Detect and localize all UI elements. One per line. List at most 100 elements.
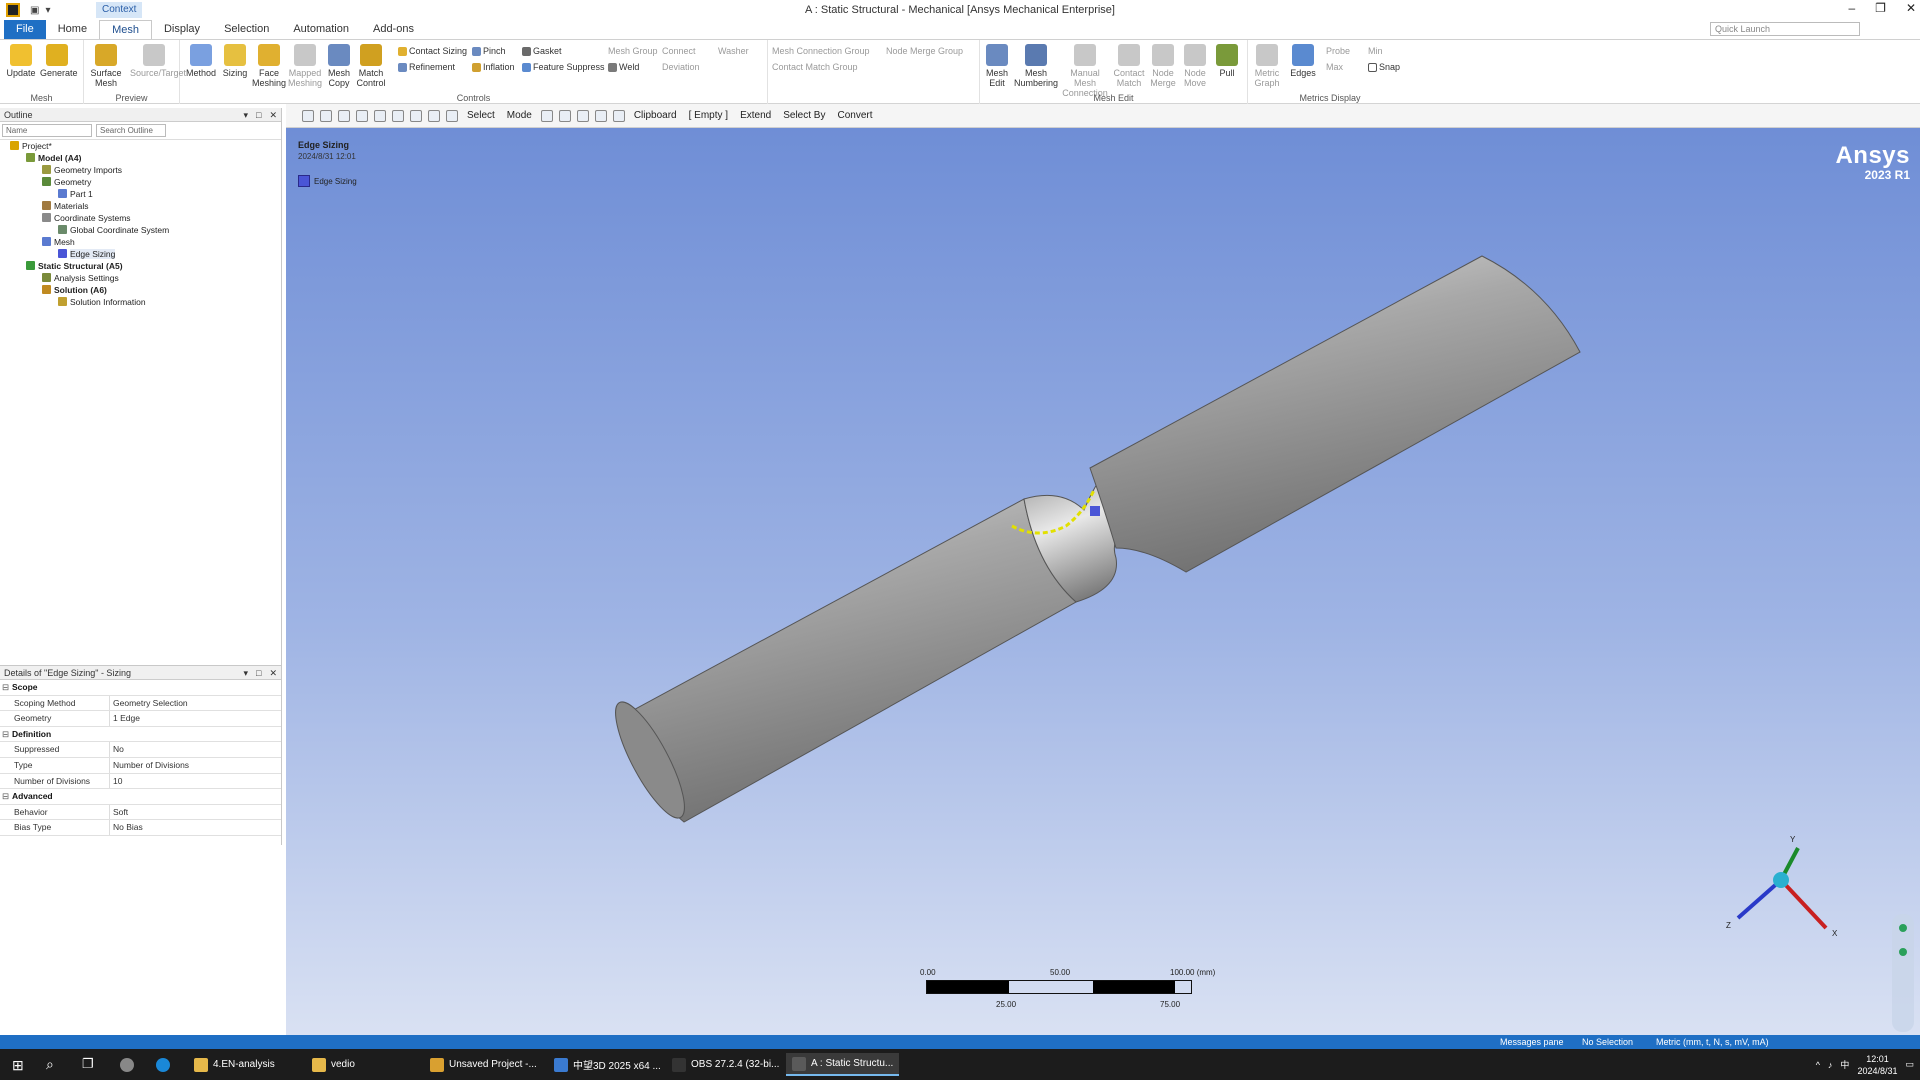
details-row[interactable]: Behavior Soft <box>0 804 281 821</box>
body-filter-icon[interactable] <box>594 109 607 122</box>
tree-item[interactable]: Edge Sizing <box>0 248 281 260</box>
contact-sizing-button[interactable]: Contact Sizing <box>398 44 467 58</box>
speaker-icon[interactable]: ♪ <box>1828 1060 1833 1070</box>
tab-file[interactable]: File <box>4 20 46 39</box>
pin-icon[interactable]: ▾ <box>243 666 248 680</box>
chevron-up-icon[interactable]: ^ <box>1816 1060 1820 1070</box>
dropdown-icon[interactable]: ▾ <box>45 5 50 16</box>
update-button[interactable]: Update <box>4 44 38 78</box>
taskbar-app[interactable]: OBS 27.2.4 (32-bi... <box>666 1053 785 1076</box>
details-value[interactable]: No Bias <box>110 820 281 835</box>
edge-filter-icon[interactable] <box>558 109 571 122</box>
match-control-button[interactable]: Match Control <box>354 44 388 88</box>
clipboard-dropdown[interactable]: Clipboard <box>631 110 680 121</box>
tree-item[interactable]: Materials <box>0 200 281 212</box>
min-button[interactable]: Min <box>1368 44 1383 58</box>
details-value[interactable]: Geometry Selection <box>110 696 281 711</box>
details-row[interactable]: Type Number of Divisions <box>0 757 281 774</box>
save-icon[interactable]: ▣ <box>30 5 39 16</box>
mesh-connection-group-button[interactable]: Mesh Connection Group <box>772 44 870 58</box>
tab-home[interactable]: Home <box>46 20 99 39</box>
node-merge-button[interactable]: Node Merge <box>1146 44 1180 88</box>
node-merge-group-button[interactable]: Node Merge Group <box>886 44 963 58</box>
tree-item[interactable]: Solution (A6) <box>0 284 281 296</box>
details-row[interactable]: Number of Divisions 10 <box>0 773 281 790</box>
generate-button[interactable]: Generate <box>40 44 78 78</box>
refinement-button[interactable]: Refinement <box>398 60 455 74</box>
tree-item[interactable]: Solution Information <box>0 296 281 308</box>
taskbar-app[interactable]: 4.EN-analysis <box>188 1053 281 1076</box>
feature-suppress-button[interactable]: Feature Suppress <box>522 60 605 74</box>
graphics-viewport[interactable]: Edge Sizing 2024/8/31 12:01 Edge Sizing … <box>286 128 1920 1035</box>
messages-pane-link[interactable]: Messages pane <box>1500 1035 1564 1049</box>
manual-mesh-connection-button[interactable]: Manual Mesh Connection <box>1060 44 1110 98</box>
taskbar-app[interactable]: 中望3D 2025 x64 ... <box>548 1053 667 1076</box>
weld-button[interactable]: Weld <box>608 60 639 74</box>
snap-checkbox[interactable]: Snap <box>1368 60 1400 74</box>
tree-item[interactable]: Static Structural (A5) <box>0 260 281 272</box>
edges-button[interactable]: Edges <box>1286 44 1320 78</box>
vertex-filter-icon[interactable] <box>540 109 553 122</box>
tree-item[interactable]: Project* <box>0 140 281 152</box>
face-filter-icon[interactable] <box>576 109 589 122</box>
cylinder-upper[interactable] <box>1089 255 1581 573</box>
close-icon[interactable]: ✕ <box>1906 1 1916 15</box>
cylinder-lower[interactable] <box>604 498 1077 826</box>
tree-item[interactable]: Model (A4) <box>0 152 281 164</box>
contact-match-group-button[interactable]: Contact Match Group <box>772 60 858 74</box>
tree-item[interactable]: Part 1 <box>0 188 281 200</box>
chrome-icon[interactable] <box>120 1058 134 1072</box>
washer-button[interactable]: Washer <box>718 44 749 58</box>
contact-match-button[interactable]: Contact Match <box>1112 44 1146 88</box>
inflation-button[interactable]: Inflation <box>472 60 515 74</box>
details-row[interactable]: Scoping Method Geometry Selection <box>0 695 281 712</box>
source-target-button[interactable]: Source/Target <box>130 44 186 78</box>
details-value[interactable]: Number of Divisions <box>110 758 281 773</box>
magnifier-icon[interactable] <box>446 109 458 122</box>
mesh-numbering-button[interactable]: Mesh Numbering <box>1014 44 1058 88</box>
zoom-in-icon[interactable] <box>320 109 332 122</box>
sizing-button[interactable]: Sizing <box>218 44 252 78</box>
windows-start-icon[interactable]: ⊞ <box>12 1057 24 1074</box>
context-tab-label[interactable]: Context <box>96 2 143 18</box>
details-row[interactable]: Bias Type No Bias <box>0 820 281 836</box>
mesh-edit-button[interactable]: Mesh Edit <box>980 44 1014 88</box>
minimize-icon[interactable]: – <box>1848 1 1855 15</box>
triad[interactable]: Y X Z <box>1726 835 1838 938</box>
maximize-icon[interactable]: □ <box>256 108 261 122</box>
mode-dropdown[interactable]: Mode <box>504 110 535 121</box>
select-face-icon[interactable] <box>356 109 368 122</box>
taskbar-app[interactable]: Unsaved Project -... <box>424 1053 543 1076</box>
select-by-dropdown[interactable]: Select By <box>780 110 828 121</box>
details-row[interactable]: Geometry 1 Edge <box>0 711 281 727</box>
surface-mesh-button[interactable]: Surface Mesh <box>86 44 126 88</box>
search-icon[interactable]: ⌕ <box>46 1056 54 1073</box>
outline-search-input[interactable]: Search Outline <box>96 124 166 137</box>
metric-graph-button[interactable]: Metric Graph <box>1250 44 1284 88</box>
zoom-to-fit-icon[interactable] <box>428 109 440 122</box>
mesh-copy-button[interactable]: Mesh Copy <box>322 44 356 88</box>
tree-item[interactable]: Geometry <box>0 176 281 188</box>
details-section-header[interactable]: Advanced <box>0 789 281 805</box>
max-button[interactable]: Max <box>1326 60 1343 74</box>
tree-item[interactable]: Global Coordinate System <box>0 224 281 236</box>
tab-mesh[interactable]: Mesh <box>99 20 152 39</box>
zoom-fit-icon[interactable] <box>302 109 314 122</box>
details-value[interactable]: 1 Edge <box>110 711 281 726</box>
face-meshing-button[interactable]: Face Meshing <box>252 44 286 88</box>
details-section-header[interactable]: Definition <box>0 727 281 743</box>
details-section-header[interactable]: Scope <box>0 680 281 696</box>
right-mini-toolbar[interactable] <box>1892 914 1914 1032</box>
mapped-meshing-button[interactable]: Mapped Meshing <box>288 44 322 88</box>
edge-browser-icon[interactable] <box>156 1058 170 1072</box>
connect-button[interactable]: Connect <box>662 44 696 58</box>
details-row[interactable]: Suppressed No <box>0 742 281 758</box>
ime-icon[interactable]: 中 <box>1840 1058 1849 1071</box>
taskbar-app[interactable]: vedio <box>306 1053 361 1076</box>
tree-item[interactable]: Mesh <box>0 236 281 248</box>
rotate-icon[interactable] <box>374 109 386 122</box>
tab-display[interactable]: Display <box>152 20 212 39</box>
gasket-button[interactable]: Gasket <box>522 44 562 58</box>
node-filter-icon[interactable] <box>612 109 625 122</box>
name-filter-dropdown[interactable]: Name <box>2 124 92 137</box>
